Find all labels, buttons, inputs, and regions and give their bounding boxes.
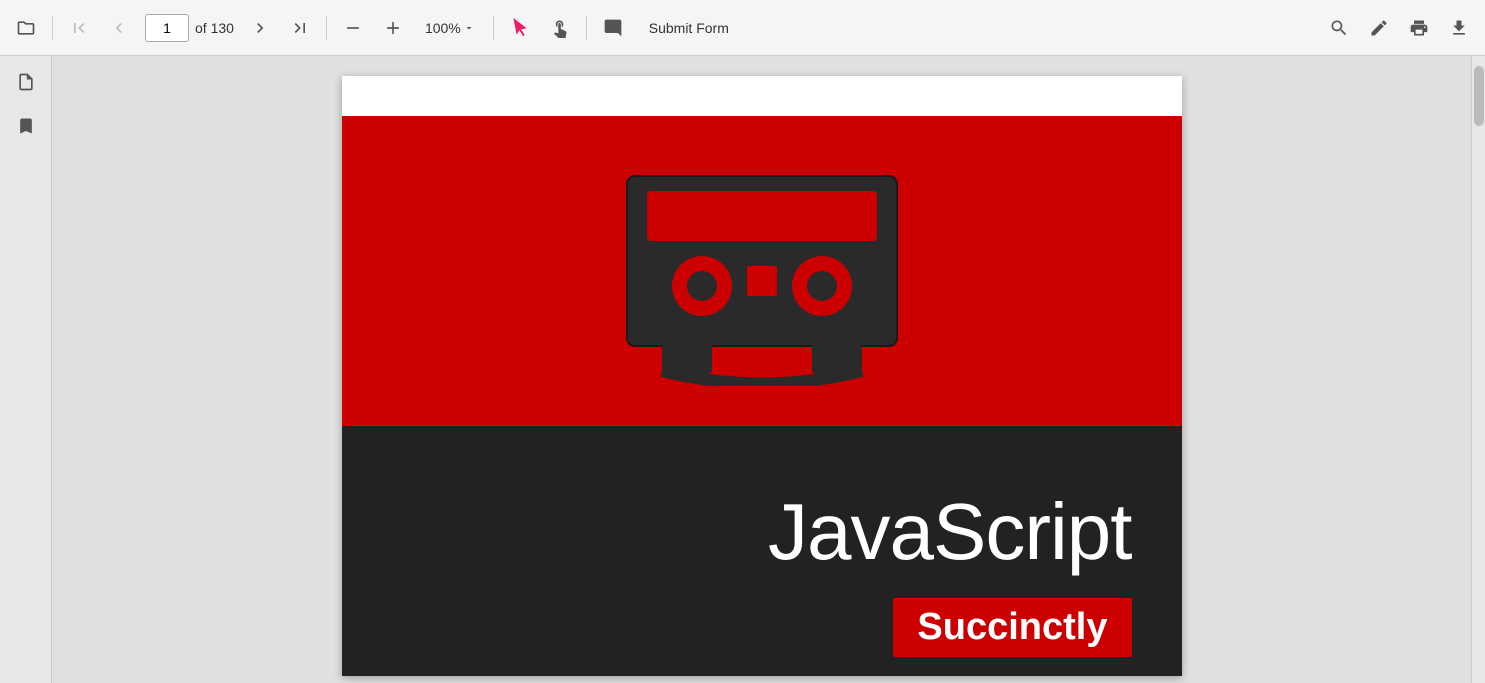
pdf-viewer[interactable]: JavaScript Succinctly	[52, 56, 1471, 683]
cassette-icon	[607, 156, 917, 386]
book-title: JavaScript	[392, 486, 1132, 578]
toolbar: 1 of 130 100% Submit Form	[0, 0, 1485, 56]
zoom-out-button[interactable]	[335, 10, 371, 46]
zoom-value: 100%	[425, 20, 461, 36]
print-button[interactable]	[1401, 10, 1437, 46]
edit-button[interactable]	[1361, 10, 1397, 46]
scrollbar-thumb[interactable]	[1474, 66, 1484, 126]
comment-button[interactable]	[595, 10, 631, 46]
search-button[interactable]	[1321, 10, 1357, 46]
download-button[interactable]	[1441, 10, 1477, 46]
prev-page-button[interactable]	[101, 10, 137, 46]
scrollbar-track[interactable]	[1471, 56, 1485, 683]
first-page-button[interactable]	[61, 10, 97, 46]
page-number-input[interactable]: 1	[145, 14, 189, 42]
bookmark-button[interactable]	[8, 108, 44, 144]
zoom-in-button[interactable]	[375, 10, 411, 46]
zoom-level-button[interactable]: 100%	[419, 16, 481, 40]
separator-3	[493, 16, 494, 40]
page-navigation: 1 of 130	[145, 14, 234, 42]
last-page-button[interactable]	[282, 10, 318, 46]
page-thumbnail-button[interactable]	[8, 64, 44, 100]
cover-top-section	[342, 116, 1182, 426]
cursor-tool-button[interactable]	[502, 10, 538, 46]
book-subtitle: Succinctly	[893, 598, 1131, 657]
next-page-button[interactable]	[242, 10, 278, 46]
separator-1	[52, 16, 53, 40]
separator-4	[586, 16, 587, 40]
open-file-button[interactable]	[8, 10, 44, 46]
hand-tool-button[interactable]	[542, 10, 578, 46]
submit-form-button[interactable]: Submit Form	[635, 14, 743, 42]
main-area: JavaScript Succinctly	[0, 56, 1485, 683]
toolbar-right	[1321, 10, 1477, 46]
pdf-page: JavaScript Succinctly	[342, 76, 1182, 676]
zoom-group: 100%	[419, 16, 481, 40]
page-total-label: of 130	[195, 20, 234, 36]
cover-bottom-section: JavaScript Succinctly	[342, 426, 1182, 676]
sidebar	[0, 56, 52, 683]
separator-2	[326, 16, 327, 40]
